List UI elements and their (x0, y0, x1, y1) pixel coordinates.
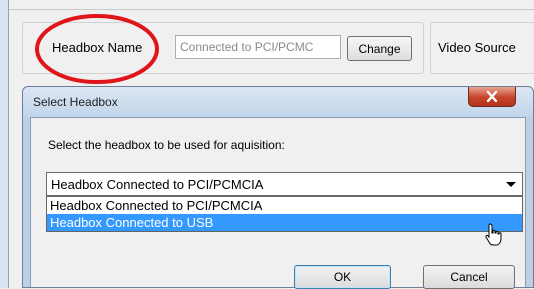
window-border (0, 0, 9, 288)
headbox-dropdown-list: Headbox Connected to PCI/PCMCIA Headbox … (46, 196, 523, 232)
combobox-value: Headbox Connected to PCI/PCMCIA (51, 177, 264, 192)
dialog-title: Select Headbox (33, 95, 118, 109)
top-divider (9, 9, 534, 10)
headbox-combobox[interactable]: Headbox Connected to PCI/PCMCIA (46, 172, 523, 196)
change-button[interactable]: Change (347, 36, 412, 61)
cancel-button[interactable]: Cancel (423, 265, 515, 289)
close-icon (486, 91, 498, 102)
close-button[interactable] (468, 87, 516, 107)
ok-button[interactable]: OK (294, 265, 391, 289)
video-source-label: Video Source (438, 40, 516, 55)
dropdown-arrow-icon[interactable] (506, 182, 516, 187)
headbox-name-field[interactable]: Connected to PCI/PCMC (175, 35, 341, 59)
highlight-ellipse (35, 14, 159, 84)
dialog-titlebar[interactable]: Select Headbox (23, 87, 533, 117)
select-headbox-dialog: Select Headbox Select the headbox to be … (22, 86, 534, 289)
list-item-selected[interactable]: Headbox Connected to USB (47, 214, 522, 231)
hand-cursor-icon (485, 223, 502, 246)
dialog-body: Select the headbox to be used for aquisi… (30, 117, 526, 289)
dialog-prompt: Select the headbox to be used for aquisi… (48, 138, 285, 152)
list-item[interactable]: Headbox Connected to PCI/PCMCIA (47, 197, 522, 214)
